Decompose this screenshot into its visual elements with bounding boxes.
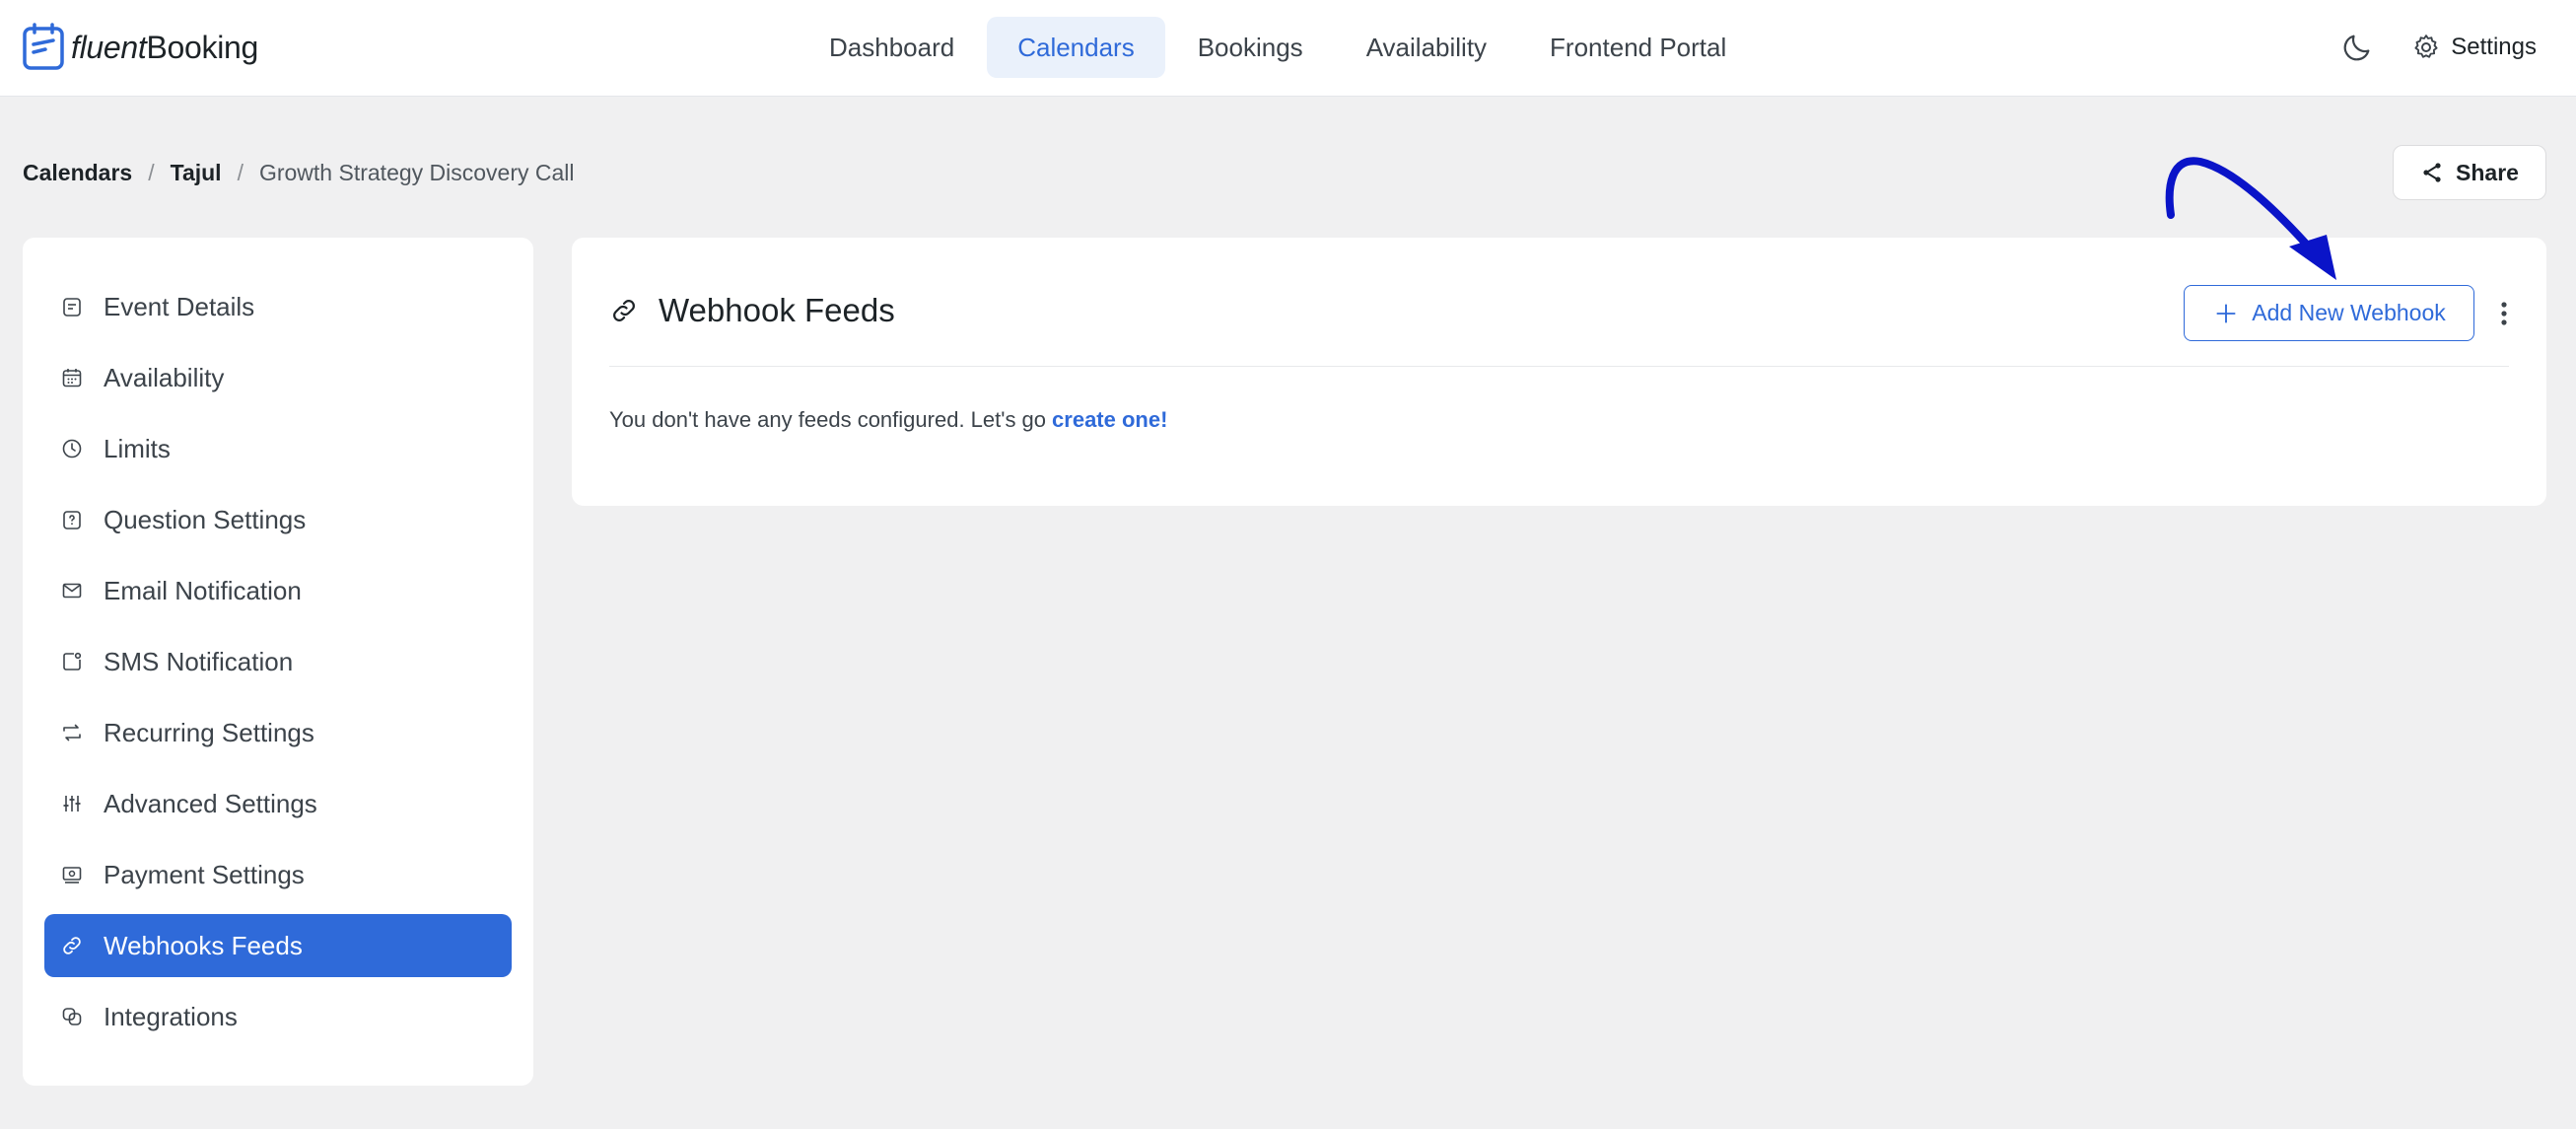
sidebar-item-label: Limits [104,433,171,463]
sliders-icon [63,796,81,811]
recurring-icon [63,724,81,741]
brand-name-bold: Booking [146,29,259,65]
settings-label: Settings [2451,34,2537,60]
more-options-button[interactable] [2489,297,2519,330]
brand-name-light: fluent [71,29,147,65]
main-nav: Dashboard Calendars Bookings Availabilit… [799,17,1759,78]
calendar-icon [62,369,82,388]
plus-icon [2216,304,2236,322]
fluentbooking-logo-icon [23,23,64,70]
settings-button[interactable]: Settings [2411,33,2537,62]
sms-icon [63,652,82,670]
nav-frontend-portal[interactable]: Frontend Portal [1519,17,1757,78]
integrations-icon [62,1008,82,1025]
share-icon [2423,163,2441,182]
breadcrumb-current: Growth Strategy Discovery Call [258,159,575,185]
question-icon [63,511,81,529]
sidebar-item-label: Integrations [104,1001,238,1031]
card-divider [609,366,2509,367]
settings-sidebar: Event Details Availability Limits Questi… [23,238,533,1086]
vertical-dots-icon [2501,302,2507,325]
sidebar-item-question-settings[interactable]: Question Settings [44,488,512,551]
empty-state-message: You don't have any feeds configured. Let… [609,407,1167,433]
sidebar-item-recurring-settings[interactable]: Recurring Settings [44,701,512,764]
breadcrumb-host[interactable]: Tajul [171,160,222,186]
sidebar-item-label: Event Details [104,291,255,321]
envelope-icon [62,583,82,599]
breadcrumb: Calendars / Tajul / Growth Strategy Disc… [23,158,575,187]
sidebar-item-availability[interactable]: Availability [44,346,512,409]
brand-logo[interactable]: fluentBooking [22,22,258,73]
sidebar-item-integrations[interactable]: Integrations [44,985,512,1048]
create-one-link[interactable]: create one! [1052,407,1167,432]
event-details-icon [63,298,81,317]
sidebar-item-email-notification[interactable]: Email Notification [44,559,512,622]
gear-icon [2414,35,2438,58]
sidebar-item-event-details[interactable]: Event Details [44,275,512,338]
nav-bookings[interactable]: Bookings [1167,17,1334,78]
page-title: Webhook Feeds [659,292,895,328]
annotation-arrow-icon [2165,157,2336,280]
sidebar-item-limits[interactable]: Limits [44,417,512,480]
empty-state-text: You don't have any feeds configured. Let… [609,407,1047,432]
link-icon [63,937,81,954]
sidebar-item-label: Email Notification [104,575,302,605]
sidebar-item-label: Advanced Settings [104,788,317,818]
card-header: Webhook Feeds [609,285,895,336]
top-bar: fluentBooking Dashboard Calendars Bookin… [0,0,2576,97]
breadcrumb-separator: / [148,159,155,185]
clock-icon [62,439,82,459]
top-right-actions: Settings [2340,24,2537,71]
sidebar-item-advanced-settings[interactable]: Advanced Settings [44,772,512,835]
add-new-webhook-label: Add New Webhook [2252,300,2446,325]
sidebar-item-sms-notification[interactable]: SMS Notification [44,630,512,693]
sidebar-item-label: Recurring Settings [104,717,314,747]
sidebar-item-label: Webhooks Feeds [104,930,303,960]
sidebar-item-label: SMS Notification [104,646,294,676]
nav-availability[interactable]: Availability [1336,17,1517,78]
sidebar-item-label: Availability [104,362,225,392]
share-button[interactable]: Share [2393,145,2546,200]
sidebar-item-label: Payment Settings [104,859,305,889]
breadcrumb-separator: / [237,159,244,185]
nav-calendars[interactable]: Calendars [987,17,1165,78]
payment-icon [62,867,82,883]
sidebar-item-payment-settings[interactable]: Payment Settings [44,843,512,906]
sidebar-item-webhooks-feeds[interactable]: Webhooks Feeds [44,914,512,977]
sidebar-item-label: Question Settings [104,504,307,534]
dark-mode-moon-icon[interactable] [2340,31,2374,64]
share-label: Share [2456,159,2519,185]
breadcrumb-calendars[interactable]: Calendars [23,160,132,186]
nav-dashboard[interactable]: Dashboard [799,17,985,78]
link-icon [613,300,635,321]
brand-name: fluentBooking [71,30,258,66]
